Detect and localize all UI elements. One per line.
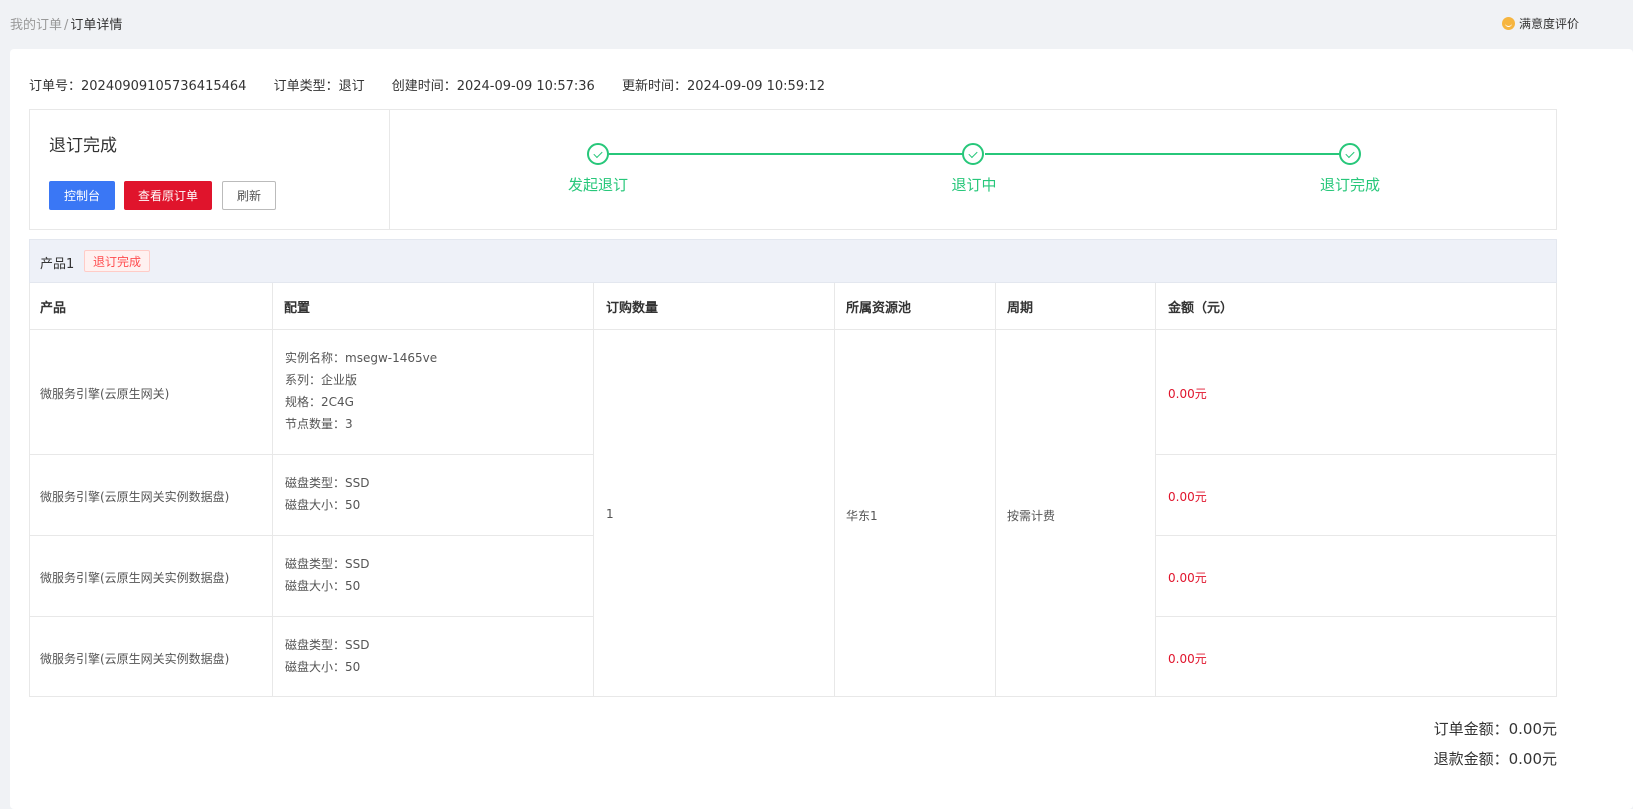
table-cell-product: 微服务引擎(云原生网关实例数据盘) — [40, 652, 230, 666]
table-cell-period: 按需计费 — [1007, 509, 1056, 523]
breadcrumb-separator: / — [64, 18, 69, 33]
progress-steps: 发起退订 退订中 退订完成 — [391, 110, 1557, 229]
config-line: 节点数量：3 — [285, 417, 353, 431]
table-header-divider — [29, 329, 1557, 330]
view-original-order-button[interactable]: 查看原订单 — [124, 181, 212, 210]
order-created-time: 创建时间：2024-09-09 10:57:36 — [391, 79, 595, 94]
table-cell-config: 实例名称：msegw-1465ve 系列：企业版 规格：2C4G 节点数量：3 — [285, 347, 437, 435]
smile-icon — [1502, 17, 1515, 30]
column-header-amount: 金额（元） — [1168, 301, 1234, 316]
feedback-label: 满意度评价 — [1519, 17, 1580, 31]
config-line: 磁盘类型：SSD — [285, 638, 370, 652]
status-summary: 退订完成 控制台 查看原订单 刷新 — [30, 110, 390, 229]
table-border — [29, 283, 30, 697]
table-cell-config: 磁盘类型：SSD 磁盘大小：50 — [285, 472, 369, 516]
row-divider — [29, 454, 594, 455]
step-3-label: 退订完成 — [1319, 176, 1381, 194]
step-connector — [609, 153, 973, 155]
product-name: 产品1 — [40, 257, 75, 272]
order-updated-time: 更新时间：2024-09-09 10:59:12 — [621, 79, 826, 94]
table-cell-amount: 0.00元 — [1168, 652, 1207, 666]
step-connector — [985, 153, 1349, 155]
order-amount-total: 订单金额：0.00元 — [1433, 720, 1557, 738]
config-line: 实例名称：msegw-1465ve — [285, 351, 438, 365]
step-3-circle — [1339, 143, 1361, 165]
row-divider — [29, 535, 594, 536]
row-divider — [29, 616, 594, 617]
column-divider — [1155, 283, 1156, 697]
config-line: 磁盘类型：SSD — [285, 476, 370, 490]
column-header-pool: 所属资源池 — [846, 301, 912, 316]
row-divider — [1155, 454, 1557, 455]
step-2-circle — [962, 143, 984, 165]
row-divider — [1155, 616, 1557, 617]
top-bar: 我的订单 / 订单详情 满意度评价 — [0, 0, 1633, 46]
breadcrumb-current: 订单详情 — [70, 18, 123, 33]
table-border — [1556, 283, 1557, 697]
config-line: 磁盘大小：50 — [285, 498, 361, 512]
column-header-product: 产品 — [40, 301, 67, 316]
status-box: 退订完成 控制台 查看原订单 刷新 发起退订 退订中 退订完成 — [29, 109, 1557, 230]
product-header: 产品1 退订完成 — [29, 239, 1557, 283]
config-line: 系列：企业版 — [285, 373, 358, 387]
table-cell-amount: 0.00元 — [1168, 571, 1207, 585]
config-line: 磁盘类型：SSD — [285, 557, 370, 571]
product-table: 产品 配置 订购数量 所属资源池 周期 金额（元） 微服务引擎(云原生网关) 实… — [29, 283, 1557, 697]
config-line: 规格：2C4G — [285, 395, 354, 409]
check-icon — [1345, 148, 1355, 158]
table-cell-config: 磁盘类型：SSD 磁盘大小：50 — [285, 634, 369, 678]
console-button[interactable]: 控制台 — [49, 181, 115, 210]
satisfaction-feedback-link[interactable]: 满意度评价 — [1502, 15, 1579, 32]
order-meta: 订单号：20240909105736415464 订单类型：退订 创建时间：20… — [29, 75, 848, 94]
table-cell-quantity: 1 — [606, 507, 614, 521]
column-divider — [593, 283, 594, 697]
table-cell-pool: 华东1 — [846, 509, 878, 523]
order-type: 订单类型：退订 — [273, 79, 365, 94]
refresh-button[interactable]: 刷新 — [222, 181, 276, 210]
column-header-config: 配置 — [284, 301, 311, 316]
config-line: 磁盘大小：50 — [285, 660, 361, 674]
step-2-label: 退订中 — [951, 176, 997, 194]
row-divider — [1155, 535, 1557, 536]
table-cell-product: 微服务引擎(云原生网关实例数据盘) — [40, 571, 230, 585]
table-cell-product: 微服务引擎(云原生网关实例数据盘) — [40, 490, 230, 504]
column-header-period: 周期 — [1007, 301, 1034, 316]
table-cell-product: 微服务引擎(云原生网关) — [40, 387, 170, 401]
column-divider — [834, 283, 835, 697]
column-divider — [272, 283, 273, 697]
table-border — [29, 696, 1557, 697]
order-number: 订单号：20240909105736415464 — [29, 79, 247, 94]
column-header-quantity: 订购数量 — [606, 301, 659, 316]
table-cell-amount: 0.00元 — [1168, 387, 1207, 401]
check-icon — [593, 148, 603, 158]
column-divider — [995, 283, 996, 697]
step-1-label: 发起退订 — [567, 176, 629, 194]
refund-amount-total: 退款金额：0.00元 — [1433, 750, 1557, 768]
breadcrumb-my-orders[interactable]: 我的订单 — [10, 18, 62, 33]
status-badge: 退订完成 — [84, 250, 151, 272]
config-line: 磁盘大小：50 — [285, 579, 361, 593]
status-title: 退订完成 — [49, 136, 117, 156]
step-1-circle — [587, 143, 609, 165]
check-icon — [968, 148, 978, 158]
table-cell-amount: 0.00元 — [1168, 490, 1207, 504]
breadcrumb: 我的订单 / 订单详情 — [10, 14, 122, 33]
table-cell-config: 磁盘类型：SSD 磁盘大小：50 — [285, 553, 369, 597]
